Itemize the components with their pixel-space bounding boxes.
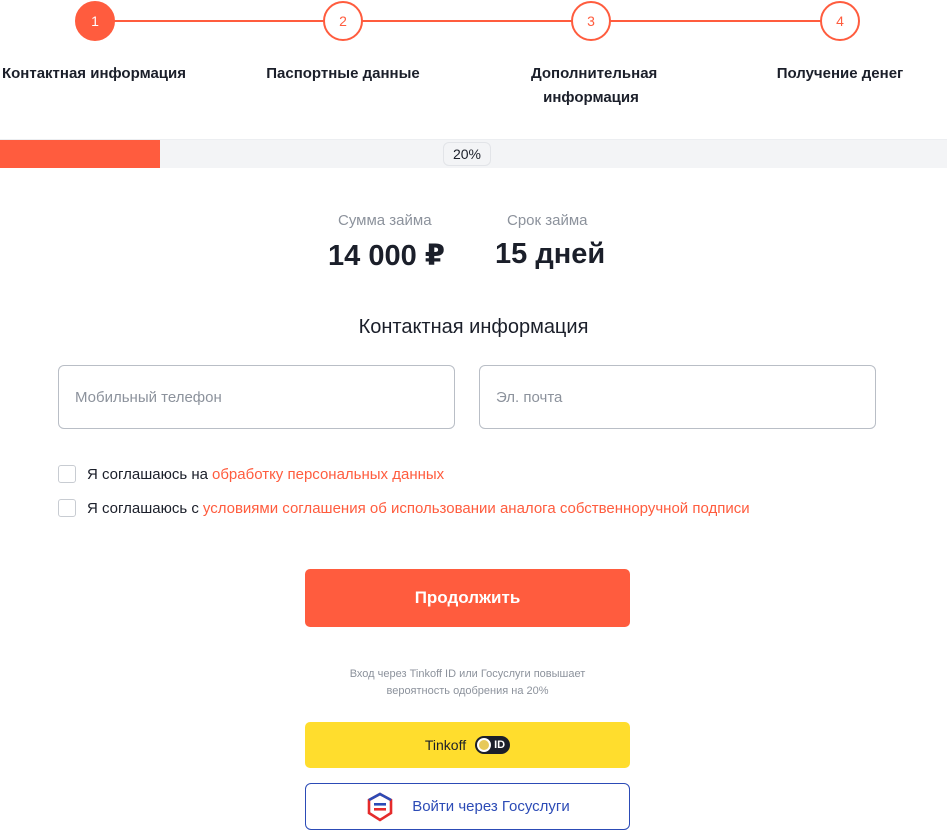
section-title: Контактная информация [358,316,589,338]
continue-button[interactable]: Продолжить [305,569,630,627]
step-connector [362,20,573,22]
consent-personal-data: Я соглашаюсь на обработку персональных д… [58,465,444,483]
tinkoff-id-badge-text: ID [494,739,506,751]
consent-signature: Я соглашаюсь с условиями соглашения об и… [58,499,750,517]
email-field[interactable] [479,365,876,429]
phone-input[interactable] [59,366,454,428]
tinkoff-label: Tinkoff [424,737,467,753]
gosuslugi-button[interactable]: Войти через Госуслуги [305,783,630,830]
tinkoff-coin-icon [477,738,492,752]
step-1-label: Контактная информация [1,65,186,82]
step-4-circle[interactable]: 4 [820,1,860,41]
stepper: 1 2 3 4 Контактная информация Паспортные… [0,0,947,120]
consent-signature-checkbox[interactable] [58,499,76,517]
tinkoff-id-button[interactable]: Tinkoff ID [305,722,630,768]
consent-personal-data-text: Я соглашаюсь на [87,465,208,483]
progress-bar: 20% [0,139,947,168]
step-connector [114,20,325,22]
progress-fill [0,140,160,168]
loan-term-value: 15 дней [495,238,606,270]
step-2-label: Паспортные данные [266,65,420,82]
consent-personal-data-checkbox[interactable] [58,465,76,483]
loan-amount-value: 14 000 ₽ [328,240,445,272]
step-connector [610,20,821,22]
signature-agreement-link[interactable]: условиями соглашения об использовании ан… [203,500,750,517]
step-4-label: Получение денег [776,65,904,82]
step-1-circle[interactable]: 1 [75,1,115,41]
consent-signature-text: Я соглашаюсь с [87,499,199,517]
step-2-circle[interactable]: 2 [323,1,363,41]
email-input[interactable] [480,366,875,428]
gosuslugi-icon [365,792,395,822]
loan-amount-label: Сумма займа [338,212,432,229]
progress-percent: 20% [443,142,491,166]
gosuslugi-label: Войти через Госуслуги [412,798,570,815]
phone-field[interactable] [58,365,455,429]
tinkoff-id-icon: ID [475,736,511,754]
personal-data-link[interactable]: обработку персональных данных [212,466,444,483]
step-3-label: Дополнительная информация [531,65,658,106]
step-3-circle[interactable]: 3 [571,1,611,41]
login-hint: Вход через Tinkoff ID или Госуслуги повы… [349,668,586,697]
loan-term-label: Срок займа [507,212,588,229]
